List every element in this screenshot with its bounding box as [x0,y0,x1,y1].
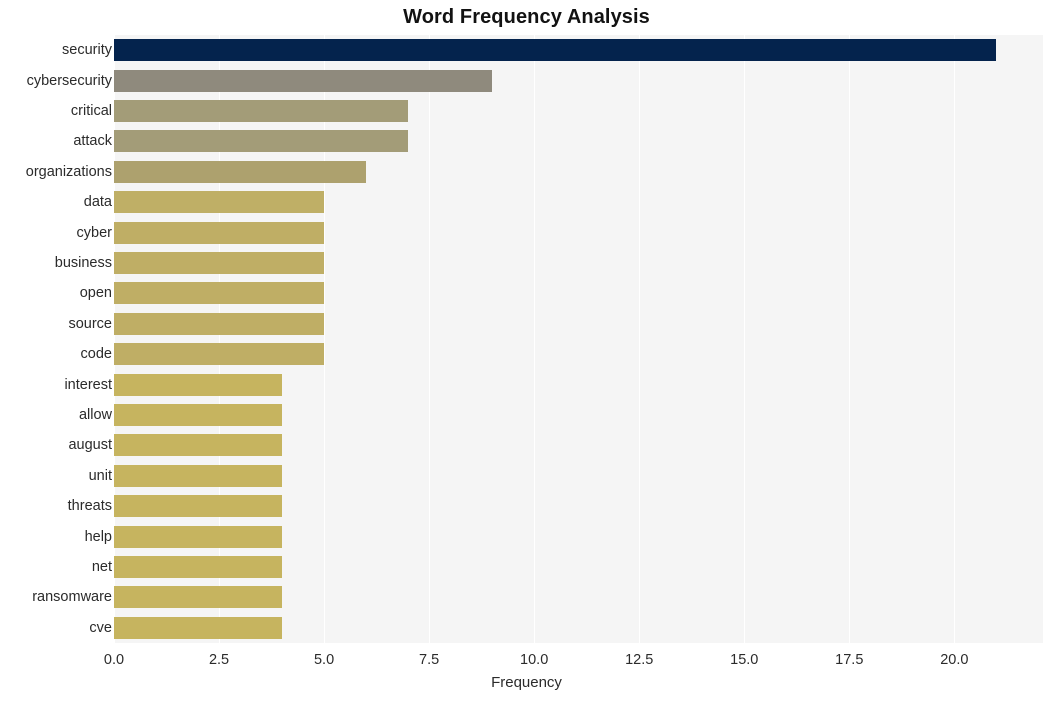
bar [114,404,283,426]
y-axis-tick-label: data [83,194,112,211]
y-axis-tick-labels: security cybersecurity critical attack organ… [0,35,112,643]
bar [114,130,409,153]
gridline-vertical [219,35,221,643]
bar [114,586,283,609]
y-axis-tick-label: business [54,255,112,271]
x-axis-tick-label: 20.0 [940,652,969,668]
bar [114,69,493,92]
gridline-vertical [534,35,536,643]
bar [114,282,325,305]
x-axis-tick-label: 5.0 [313,652,335,668]
y-axis-tick-label: critical [70,103,112,119]
y-axis-tick-label: cyber [76,224,112,241]
bar [114,221,325,244]
x-axis-tick-label: 2.5 [208,652,230,668]
y-axis-tick-label: ransomware [32,589,112,606]
y-axis-tick-label: open [79,285,112,302]
y-axis-tick-label: allow [78,407,112,423]
y-axis-tick-label: unit [88,467,112,484]
bar [114,160,367,183]
word-frequency-chart: Word Frequency Analysis security cybersec… [0,0,1053,701]
gridline-vertical [114,35,115,643]
bar [114,525,283,548]
bar [114,373,283,396]
bar [114,464,283,487]
y-axis-tick-label: cve [89,619,112,636]
bar [114,495,283,518]
gridline-vertical [744,35,746,643]
bar [114,100,409,122]
gridline-vertical [639,35,641,643]
y-axis-tick-label: net [91,559,112,575]
chart-title: Word Frequency Analysis [403,6,650,28]
x-axis-tick-label: 12.5 [625,652,654,668]
bar [114,191,325,214]
bar [114,343,325,366]
y-axis-tick-label: threats [67,498,112,515]
gridline-vertical [324,35,326,643]
plot-area [114,35,1043,643]
x-axis-label: Frequency [491,674,562,691]
x-axis-tick-label: 10.0 [520,652,549,668]
x-axis-tick-label: 17.5 [835,652,864,668]
bar [114,556,283,578]
bar [114,252,325,274]
y-axis-tick-label: interest [64,376,112,393]
x-axis-tick-labels: 0.0 2.5 5.0 7.5 10.0 12.5 15.0 17.5 20.0 [0,651,1053,673]
bar [114,312,325,335]
gridline-vertical [429,35,431,643]
y-axis-tick-label: security [62,42,112,59]
y-axis-tick-label: organizations [25,163,112,180]
gridline-vertical [849,35,851,643]
x-axis-tick-label: 15.0 [730,652,759,668]
bar [114,616,283,639]
y-axis-tick-label: august [68,437,112,454]
y-axis-tick-label: source [68,315,112,332]
bar [114,434,283,457]
y-axis-tick-label: help [84,528,112,545]
gridline-vertical [954,35,956,643]
y-axis-tick-label: cybersecurity [26,72,112,89]
x-axis-tick-label: 7.5 [419,652,440,668]
x-axis-tick-label: 0.0 [103,652,125,668]
y-axis-tick-label: attack [73,133,112,150]
bar [114,39,997,62]
y-axis-tick-label: code [80,346,112,363]
